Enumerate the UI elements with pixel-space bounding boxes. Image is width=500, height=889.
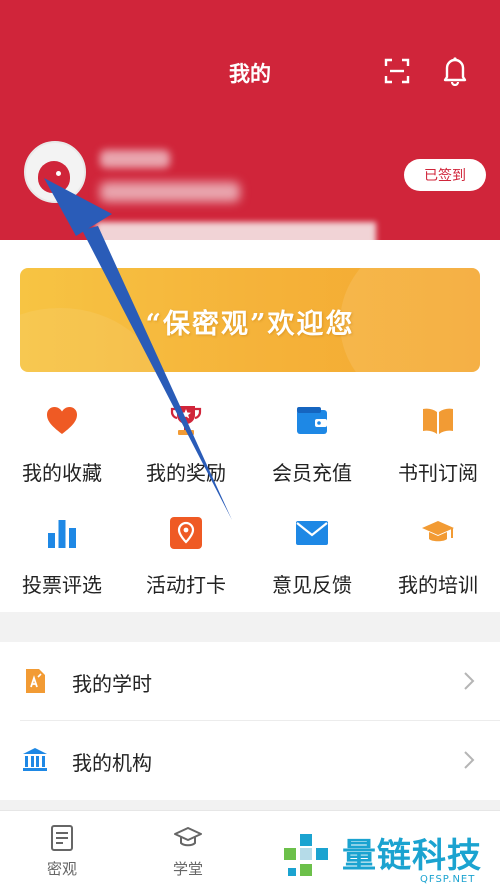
list-item-study-hours[interactable]: 我的学时 bbox=[0, 642, 500, 720]
grid-label: 意见反馈 bbox=[272, 573, 352, 597]
graduation-cap-icon bbox=[174, 827, 202, 847]
grid-item-training[interactable]: 我的培训 bbox=[376, 515, 500, 615]
grid-label: 活动打卡 bbox=[146, 573, 226, 597]
avatar[interactable] bbox=[24, 141, 86, 203]
study-hours-icon bbox=[26, 669, 45, 693]
watermark-logo-icon bbox=[284, 834, 328, 876]
tab-xuetang[interactable]: 学堂 bbox=[158, 824, 218, 884]
document-icon bbox=[51, 825, 73, 851]
grid-label: 我的培训 bbox=[398, 573, 478, 597]
page-title: 我的 bbox=[229, 62, 271, 86]
watermark: 量链科技 QFSP.NET bbox=[280, 828, 500, 889]
grid-label: 我的收藏 bbox=[22, 461, 102, 485]
location-pin-icon bbox=[170, 517, 202, 549]
grid-item-favorites[interactable]: 我的收藏 bbox=[0, 403, 124, 503]
scan-icon[interactable] bbox=[384, 58, 410, 84]
username-blurred bbox=[100, 150, 170, 168]
grid-label: 会员充值 bbox=[272, 461, 352, 485]
tab-label: 密观 bbox=[46, 860, 77, 878]
graduation-cap-icon bbox=[422, 521, 454, 542]
watermark-subtitle: QFSP.NET bbox=[420, 874, 476, 885]
heart-icon bbox=[47, 407, 77, 434]
tab-label: 学堂 bbox=[172, 860, 203, 878]
banner-text: “保密观”欢迎您 bbox=[145, 309, 355, 340]
signed-in-button[interactable]: 已签到 bbox=[404, 159, 486, 191]
chevron-right-icon bbox=[464, 672, 475, 690]
grid-label: 投票评选 bbox=[22, 573, 102, 597]
institution-icon bbox=[23, 748, 47, 771]
trophy-icon bbox=[170, 406, 202, 435]
bar-chart-icon bbox=[48, 520, 76, 548]
list-item-institution[interactable]: 我的机构 bbox=[0, 721, 500, 799]
profile-header bbox=[0, 0, 500, 240]
welcome-banner[interactable]: “保密观”欢迎您 bbox=[20, 268, 480, 372]
grid-item-subscriptions[interactable]: 书刊订阅 bbox=[376, 403, 500, 503]
list-item-label: 我的学时 bbox=[72, 672, 152, 696]
list-item-label: 我的机构 bbox=[72, 751, 152, 775]
book-icon bbox=[423, 408, 453, 434]
grid-item-voting[interactable]: 投票评选 bbox=[0, 515, 124, 615]
grid-item-rewards[interactable]: 我的奖励 bbox=[124, 403, 248, 503]
grid-item-membership-recharge[interactable]: 会员充值 bbox=[250, 403, 374, 503]
watermark-title: 量链科技 bbox=[342, 836, 482, 876]
grid-label: 我的奖励 bbox=[146, 461, 226, 485]
grid-label: 书刊订阅 bbox=[398, 461, 478, 485]
user-info-blurred bbox=[100, 182, 240, 202]
mail-icon bbox=[296, 521, 328, 545]
tab-miguan[interactable]: 密观 bbox=[32, 824, 92, 884]
grid-item-feedback[interactable]: 意见反馈 bbox=[250, 515, 374, 615]
wallet-icon bbox=[297, 407, 327, 434]
chevron-right-icon bbox=[464, 751, 475, 769]
grid-item-check-in[interactable]: 活动打卡 bbox=[124, 515, 248, 615]
bell-icon[interactable] bbox=[442, 56, 468, 86]
